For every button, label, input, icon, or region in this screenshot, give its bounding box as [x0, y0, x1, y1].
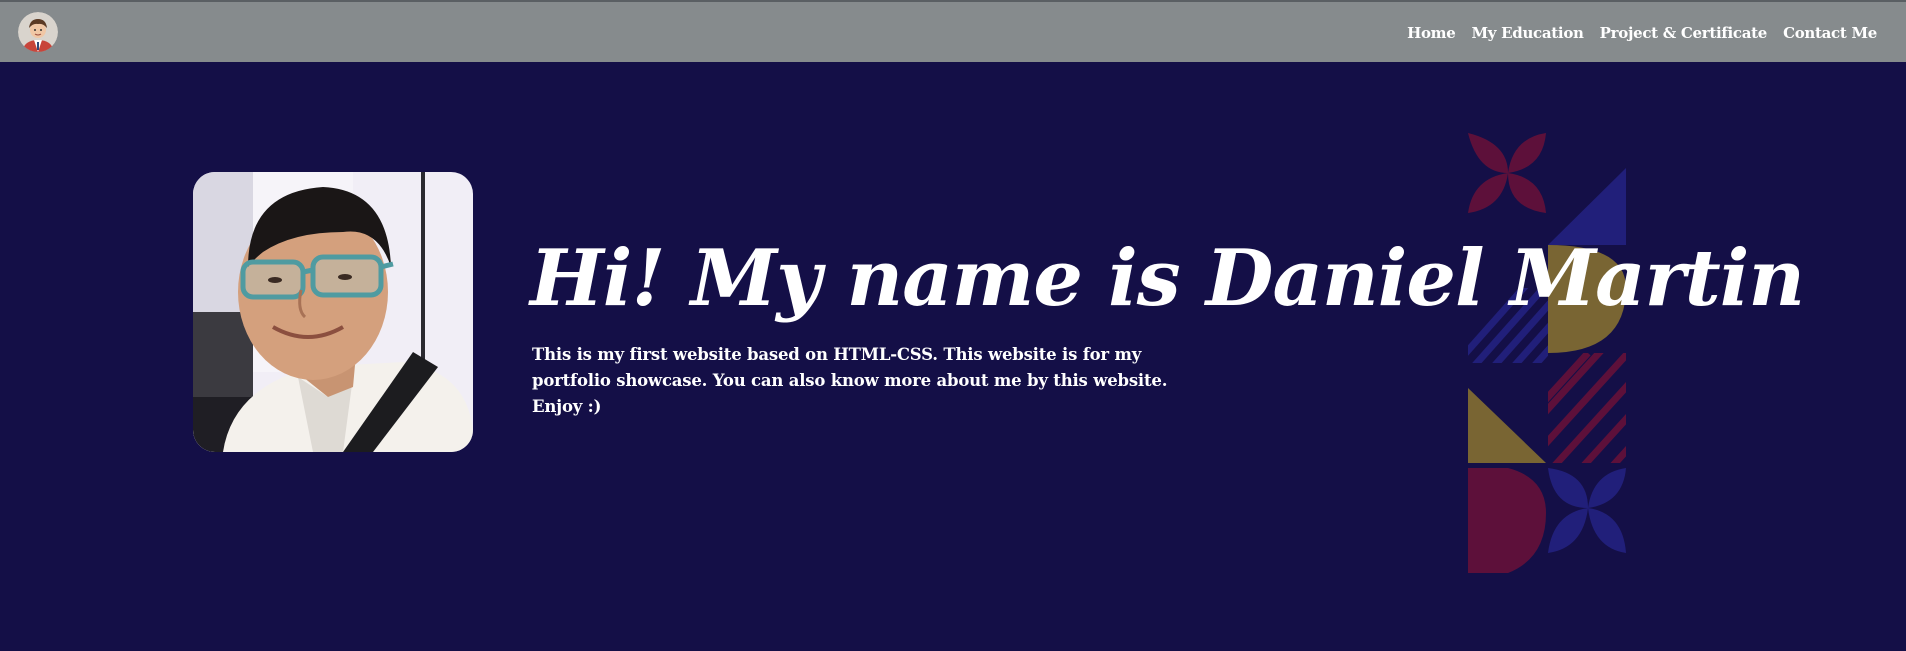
- hero-title: Hi! My name is Daniel Martin: [530, 233, 1805, 324]
- logo-avatar-icon[interactable]: [18, 12, 58, 52]
- decorative-pattern: [1468, 133, 1628, 573]
- nav-contact-link[interactable]: Contact Me: [1783, 24, 1877, 42]
- profile-photo: [193, 172, 473, 452]
- nav-project-link[interactable]: Project & Certificate: [1600, 24, 1768, 42]
- nav-education-link[interactable]: My Education: [1471, 24, 1583, 42]
- nav-home-link[interactable]: Home: [1407, 24, 1456, 42]
- hero-description: This is my first website based on HTML-C…: [532, 345, 1168, 416]
- navbar: Home My Education Project & Certificate …: [0, 0, 1906, 62]
- nav-menu: Home My Education Project & Certificate …: [1407, 24, 1877, 42]
